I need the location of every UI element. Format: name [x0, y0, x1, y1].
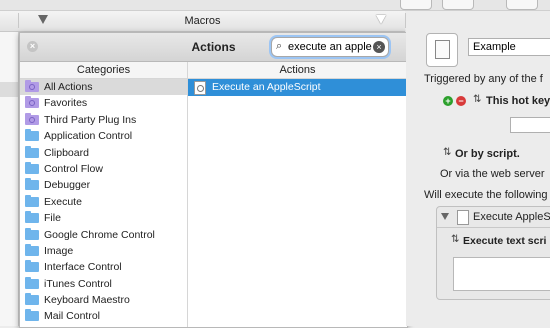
web-server-text: Or via the web server: [440, 168, 545, 180]
search-input[interactable]: [288, 39, 372, 54]
smart-folder-icon: [25, 80, 39, 92]
window-top-strip: [0, 0, 550, 11]
category-item[interactable]: Third Party Plug Ins: [20, 112, 187, 128]
execute-mode-updown-icon[interactable]: ⇅: [451, 234, 459, 245]
category-label: Keyboard Maestro: [44, 294, 130, 307]
folder-icon: [25, 293, 39, 306]
action-title: Execute AppleS: [473, 211, 550, 223]
categories-list: All Actions Favorites Third Party Plug Ins…: [20, 79, 187, 325]
macro-groups-column[interactable]: [0, 32, 19, 326]
document-icon: [435, 40, 450, 59]
action-label: Execute an AppleScript: [212, 81, 321, 93]
applescript-icon: [457, 210, 469, 225]
category-label: Control Flow: [44, 162, 103, 175]
folder-icon: [25, 178, 39, 191]
will-execute-text: Will execute the following: [424, 189, 548, 201]
macro-icon[interactable]: [426, 33, 458, 67]
actions-panel-titlebar: × Actions ⌕ ×: [20, 33, 407, 62]
category-label: Execute: [44, 195, 82, 208]
category-item[interactable]: Clipboard: [20, 145, 187, 161]
hotkey-trigger-label: This hot key:: [486, 95, 550, 107]
action-item[interactable]: Execute an AppleScript: [188, 79, 407, 96]
category-item[interactable]: Image: [20, 243, 187, 259]
smart-folder-icon: [25, 112, 39, 125]
filter-triangle-icon[interactable]: [376, 15, 386, 24]
category-label: File: [44, 212, 61, 225]
category-label: Google Chrome Control: [44, 228, 155, 241]
actions-panel: × Actions ⌕ × Categories Actions All Act…: [19, 32, 408, 328]
actions-column-header: Actions: [188, 62, 407, 79]
macros-column-title: Macros: [184, 15, 221, 27]
category-label: Clipboard: [44, 146, 89, 159]
applescript-icon: [194, 81, 206, 95]
toolbar-button[interactable]: [442, 0, 474, 10]
category-label: iTunes Control: [44, 277, 112, 290]
script-trigger-updown-icon[interactable]: ⇅: [443, 147, 451, 158]
folder-icon: [25, 129, 39, 142]
search-icon: ⌕: [276, 40, 283, 52]
folder-icon: [25, 211, 39, 224]
folder-icon: [25, 309, 39, 322]
category-item[interactable]: Application Control: [20, 128, 187, 144]
category-item[interactable]: Execute: [20, 194, 187, 210]
disclosure-triangle-icon[interactable]: [441, 213, 449, 220]
folder-icon: [25, 161, 39, 174]
category-label: All Actions: [44, 81, 93, 93]
column-separator: [18, 13, 19, 28]
script-trigger-label: Or by script.: [455, 148, 520, 160]
macros-column-header: Macros: [0, 11, 405, 32]
macro-editor-pane: Triggered by any of the f + − ⇅ This hot…: [406, 11, 550, 326]
category-item[interactable]: Interface Control: [20, 259, 187, 275]
category-item[interactable]: Debugger: [20, 177, 187, 193]
trigger-type-updown-icon[interactable]: ⇅: [473, 94, 481, 105]
folder-icon: [25, 227, 39, 240]
action-box[interactable]: Execute AppleS ⇅ Execute text scri: [436, 206, 550, 300]
hotkey-field[interactable]: 1: [510, 117, 550, 133]
column-divider: [187, 62, 188, 327]
folder-icon: [25, 276, 39, 289]
folder-icon: [25, 260, 39, 273]
selected-group-row[interactable]: [0, 82, 18, 97]
category-label: Third Party Plug Ins: [44, 113, 137, 126]
folder-icon: [25, 145, 39, 158]
category-item[interactable]: Keyboard Maestro: [20, 292, 187, 308]
category-label: Debugger: [44, 179, 91, 192]
clear-search-icon[interactable]: ×: [373, 41, 385, 53]
triggered-by-text: Triggered by any of the f: [424, 73, 543, 85]
category-label: Application Control: [44, 130, 133, 143]
category-item[interactable]: All Actions: [20, 79, 187, 96]
category-item[interactable]: Mail Control: [20, 308, 187, 324]
execute-text-label: Execute text scri: [463, 235, 547, 247]
category-label: Interface Control: [44, 261, 122, 274]
action-header: Execute AppleS: [437, 207, 550, 228]
category-label: Mail Control: [44, 310, 101, 323]
category-item[interactable]: File: [20, 210, 187, 226]
smart-folder-icon: [25, 96, 39, 109]
category-label: Favorites: [44, 97, 88, 110]
search-field[interactable]: ⌕ ×: [271, 37, 389, 57]
category-item[interactable]: Google Chrome Control: [20, 227, 187, 243]
add-trigger-icon[interactable]: +: [443, 96, 453, 106]
remove-trigger-icon[interactable]: −: [456, 96, 466, 106]
category-label: Image: [44, 244, 74, 257]
categories-column-header: Categories: [20, 62, 187, 79]
category-item[interactable]: iTunes Control: [20, 276, 187, 292]
category-item[interactable]: Control Flow: [20, 161, 187, 177]
toolbar-button[interactable]: [400, 0, 432, 10]
toolbar-button[interactable]: [506, 0, 538, 10]
category-item[interactable]: Favorites: [20, 95, 187, 111]
macro-name-field[interactable]: [468, 38, 550, 56]
folder-icon: [25, 243, 39, 256]
script-text-area[interactable]: [453, 257, 550, 291]
actions-list: Execute an AppleScript: [188, 79, 407, 96]
folder-icon: [25, 194, 39, 207]
